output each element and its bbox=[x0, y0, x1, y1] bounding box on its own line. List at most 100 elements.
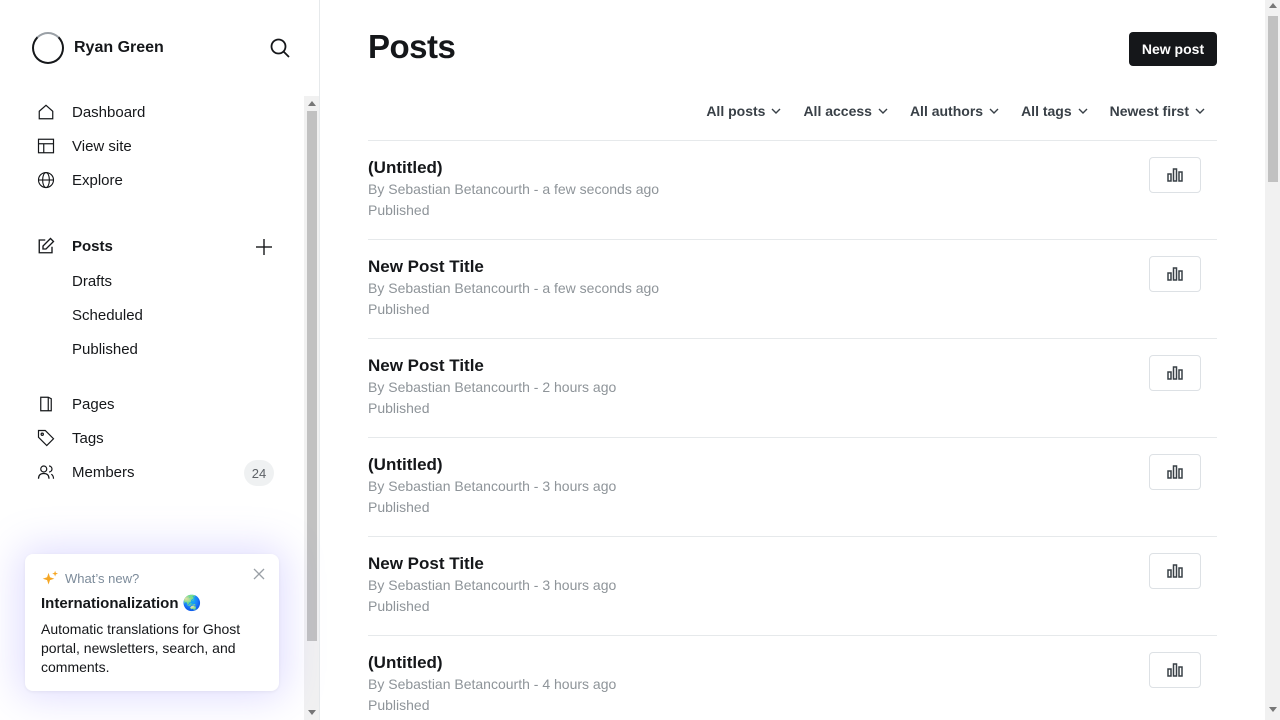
sidebar-item-published[interactable]: Published bbox=[72, 334, 138, 364]
post-status: Published bbox=[368, 301, 430, 317]
bar-chart-icon bbox=[1167, 564, 1183, 578]
sidebar-item-members[interactable]: Members bbox=[36, 456, 276, 488]
filter-order-dropdown[interactable]: Newest first bbox=[1110, 103, 1205, 119]
post-title[interactable]: New Post Title bbox=[368, 554, 484, 574]
post-title[interactable]: New Post Title bbox=[368, 356, 484, 376]
filter-authors-dropdown[interactable]: All authors bbox=[910, 103, 999, 119]
layout-icon bbox=[36, 136, 56, 156]
post-row[interactable]: (Untitled) By Sebastian Betancourth - a … bbox=[368, 140, 1217, 239]
post-title[interactable]: New Post Title bbox=[368, 257, 484, 277]
home-icon bbox=[36, 102, 56, 122]
analytics-button[interactable] bbox=[1149, 553, 1201, 589]
post-title[interactable]: (Untitled) bbox=[368, 653, 443, 673]
sidebar-item-label: Members bbox=[72, 463, 135, 481]
post-list: (Untitled) By Sebastian Betancourth - a … bbox=[368, 140, 1217, 720]
post-status: Published bbox=[368, 499, 430, 515]
site-icon[interactable] bbox=[32, 32, 64, 64]
globe-icon bbox=[36, 170, 56, 190]
chevron-down-icon bbox=[1195, 108, 1205, 114]
post-row[interactable]: New Post Title By Sebastian Betancourth … bbox=[368, 536, 1217, 635]
scroll-up-arrow[interactable] bbox=[304, 96, 319, 111]
analytics-button[interactable] bbox=[1149, 454, 1201, 490]
post-row[interactable]: New Post Title By Sebastian Betancourth … bbox=[368, 338, 1217, 437]
post-status: Published bbox=[368, 400, 430, 416]
sidebar-item-label: Explore bbox=[72, 171, 123, 189]
sidebar-item-drafts[interactable]: Drafts bbox=[72, 266, 112, 296]
edit-icon bbox=[36, 236, 56, 256]
page-icon bbox=[36, 394, 56, 414]
sidebar-scroll-thumb[interactable] bbox=[307, 111, 317, 641]
main-scroll-thumb[interactable] bbox=[1268, 16, 1278, 182]
page-title: Posts bbox=[368, 28, 456, 65]
bar-chart-icon bbox=[1167, 267, 1183, 281]
post-row[interactable]: (Untitled) By Sebastian Betancourth - 4 … bbox=[368, 635, 1217, 720]
sidebar-item-view-site[interactable]: View site bbox=[36, 130, 276, 162]
post-status: Published bbox=[368, 202, 430, 218]
tag-icon bbox=[36, 428, 56, 448]
sidebar-item-scheduled[interactable]: Scheduled bbox=[72, 300, 143, 330]
analytics-button[interactable] bbox=[1149, 256, 1201, 292]
post-meta: By Sebastian Betancourth - a few seconds… bbox=[368, 280, 660, 296]
scroll-down-arrow[interactable] bbox=[1265, 707, 1280, 717]
sidebar-item-pages[interactable]: Pages bbox=[36, 388, 276, 420]
filter-label: All authors bbox=[909, 103, 984, 119]
post-meta: By Sebastian Betancourth - 3 hours ago bbox=[368, 577, 617, 593]
search-icon[interactable] bbox=[268, 36, 292, 60]
chevron-down-icon bbox=[989, 108, 999, 114]
new-post-plus-icon[interactable] bbox=[254, 237, 274, 257]
post-meta: By Sebastian Betancourth - 3 hours ago bbox=[368, 478, 617, 494]
sidebar-item-label: Pages bbox=[72, 395, 115, 413]
post-row[interactable]: New Post Title By Sebastian Betancourth … bbox=[368, 239, 1217, 338]
sparkle-icon bbox=[42, 570, 58, 585]
sidebar-item-dashboard[interactable]: Dashboard bbox=[36, 96, 276, 128]
bar-chart-icon bbox=[1167, 663, 1183, 677]
post-title[interactable]: (Untitled) bbox=[368, 158, 443, 178]
whats-new-body: Automatic translations for Ghost portal,… bbox=[41, 621, 241, 675]
sidebar-item-label: View site bbox=[72, 137, 132, 155]
post-meta: By Sebastian Betancourth - 2 hours ago bbox=[368, 379, 617, 395]
post-status: Published bbox=[368, 697, 430, 713]
bar-chart-icon bbox=[1167, 366, 1183, 380]
sidebar-item-label: Posts bbox=[72, 237, 113, 255]
sidebar-item-tags[interactable]: Tags bbox=[36, 422, 276, 454]
bar-chart-icon bbox=[1167, 168, 1183, 182]
filter-label: All access bbox=[803, 103, 872, 119]
sidebar-scrollbar[interactable] bbox=[304, 96, 319, 720]
filter-label: Newest first bbox=[1109, 103, 1189, 119]
sidebar: Ryan Green Dashboard View site Explore P… bbox=[0, 0, 320, 720]
filter-access-dropdown[interactable]: All access bbox=[803, 103, 888, 119]
chevron-down-icon bbox=[1078, 108, 1088, 114]
post-meta: By Sebastian Betancourth - a few seconds… bbox=[368, 181, 660, 197]
analytics-button[interactable] bbox=[1149, 157, 1201, 193]
bar-chart-icon bbox=[1167, 465, 1183, 479]
sidebar-item-posts[interactable]: Posts bbox=[36, 230, 276, 262]
analytics-button[interactable] bbox=[1149, 355, 1201, 391]
whats-new-header: What’s new? bbox=[41, 570, 263, 586]
post-status: Published bbox=[368, 598, 430, 614]
chevron-down-icon bbox=[771, 108, 781, 114]
sidebar-header: Ryan Green bbox=[32, 30, 292, 66]
whats-new-label: What’s new? bbox=[65, 570, 140, 586]
whats-new-card[interactable]: What’s new? Internationalization 🌏 Autom… bbox=[25, 554, 279, 691]
members-count-badge: 24 bbox=[244, 460, 274, 486]
main-scrollbar[interactable] bbox=[1265, 0, 1280, 720]
close-icon[interactable] bbox=[253, 568, 265, 580]
filter-type-dropdown[interactable]: All posts bbox=[706, 103, 781, 119]
scroll-down-arrow[interactable] bbox=[304, 705, 319, 720]
whats-new-title: Internationalization 🌏 bbox=[41, 595, 202, 612]
analytics-button[interactable] bbox=[1149, 652, 1201, 688]
filter-tags-dropdown[interactable]: All tags bbox=[1021, 103, 1088, 119]
chevron-down-icon bbox=[878, 108, 888, 114]
filter-label: All posts bbox=[706, 103, 766, 119]
site-title[interactable]: Ryan Green bbox=[74, 39, 164, 57]
sidebar-item-label: Tags bbox=[72, 429, 104, 447]
post-title[interactable]: (Untitled) bbox=[368, 455, 443, 475]
sidebar-item-label: Dashboard bbox=[72, 103, 146, 121]
new-post-button[interactable]: New post bbox=[1129, 32, 1217, 66]
filter-label: All tags bbox=[1021, 103, 1072, 119]
scroll-up-arrow[interactable] bbox=[1265, 3, 1280, 13]
post-meta: By Sebastian Betancourth - 4 hours ago bbox=[368, 676, 617, 692]
post-row[interactable]: (Untitled) By Sebastian Betancourth - 3 … bbox=[368, 437, 1217, 536]
sidebar-item-explore[interactable]: Explore bbox=[36, 164, 276, 196]
filter-bar: All posts All access All authors All tag… bbox=[684, 100, 1205, 122]
